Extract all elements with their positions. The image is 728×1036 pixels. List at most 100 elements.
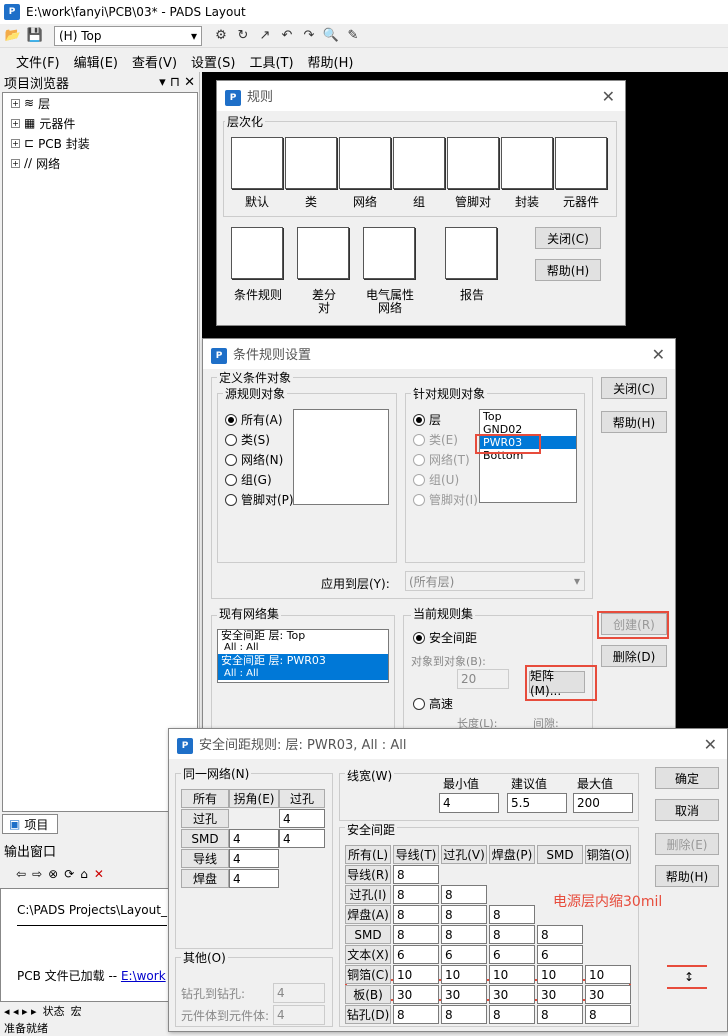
refresh-icon[interactable]: ↻	[234, 27, 252, 45]
cl-row-header[interactable]: 焊盘(A)	[345, 905, 391, 924]
cur-radio-hispeed[interactable]: 高速	[413, 695, 453, 712]
cl-row-header[interactable]: 铜箔(C)	[345, 965, 391, 984]
cl-cell[interactable]: 10	[441, 965, 487, 984]
delete-rule-button[interactable]: 删除(E)	[655, 833, 719, 855]
cl-cell[interactable]: 8	[489, 905, 535, 924]
cur-radio-clearance[interactable]: 安全间距	[413, 629, 477, 646]
obj-to-obj-field[interactable]: 20	[457, 669, 509, 689]
sn-header-1[interactable]: 拐角(E)	[229, 789, 279, 808]
zoom-icon[interactable]: 🔍	[322, 27, 340, 45]
cancel-button[interactable]: 取消	[655, 799, 719, 821]
sn-row-header[interactable]: 导线	[181, 849, 229, 868]
rule-icon-3[interactable]	[393, 137, 445, 189]
redo-icon[interactable]: ↷	[300, 27, 318, 45]
cl-cell[interactable]: 30	[393, 985, 439, 1004]
list-item[interactable]: All : All	[218, 642, 388, 654]
cl-cell[interactable]: 30	[441, 985, 487, 1004]
project-tab[interactable]: ▣ 项目	[2, 814, 58, 834]
cl-header-3[interactable]: 焊盘(P)	[489, 845, 535, 864]
tgt-radio-group[interactable]: 组(U)	[413, 471, 459, 488]
sn-cell[interactable]: 4	[229, 829, 279, 848]
menu-setup[interactable]: 设置(S)	[191, 52, 235, 71]
cl-cell[interactable]: 30	[537, 985, 583, 1004]
src-radio-class[interactable]: 类(S)	[225, 431, 270, 448]
existing-rule-list[interactable]: 安全间距 层: Top All : All 安全间距 层: PWR03 All …	[217, 629, 389, 683]
nav-arrows-icon[interactable]: ◂ ◂ ▸ ▸	[4, 1005, 37, 1018]
rule-icon-5[interactable]	[501, 137, 553, 189]
cl-cell[interactable]: 8	[393, 1005, 439, 1024]
cl-cell[interactable]: 8	[441, 925, 487, 944]
cl-row-header[interactable]: 过孔(I)	[345, 885, 391, 904]
cl-header-2[interactable]: 过孔(V)	[441, 845, 487, 864]
tree-item-nets[interactable]: + ∕∕ 网络	[3, 153, 197, 173]
target-layer-list[interactable]: Top GND02 PWR03 Bottom	[479, 409, 577, 503]
tgt-radio-layer[interactable]: 层	[413, 411, 441, 428]
cl-cell[interactable]: 8	[393, 885, 439, 904]
menu-file[interactable]: 文件(F)	[16, 52, 60, 71]
help-button[interactable]: 帮助(H)	[655, 865, 719, 887]
cl-cell[interactable]: 8	[393, 865, 439, 884]
cl-cell[interactable]: 10	[537, 965, 583, 984]
tw-field-1[interactable]: 5.5	[507, 793, 567, 813]
tgt-radio-class[interactable]: 类(E)	[413, 431, 458, 448]
rule-icon2-1[interactable]	[297, 227, 349, 279]
tool-icon[interactable]: ✎	[344, 27, 362, 45]
cl-cell[interactable]: 8	[441, 885, 487, 904]
rule-icon-6[interactable]	[555, 137, 607, 189]
undo-icon[interactable]: ↶	[278, 27, 296, 45]
close-icon[interactable]: ✕	[704, 735, 717, 754]
rule-icon2-0[interactable]	[231, 227, 283, 279]
list-item[interactable]: 安全间距 层: Top	[218, 630, 388, 642]
sn-row-header[interactable]: 焊盘	[181, 869, 229, 888]
drill-to-drill-field[interactable]: 4	[273, 983, 325, 1003]
sn-header-0[interactable]: 所有	[181, 789, 229, 808]
cl-cell[interactable]: 8	[537, 925, 583, 944]
cond-help-button[interactable]: 帮助(H)	[601, 411, 667, 433]
layer-combo[interactable]: (H) Top ▾	[54, 25, 202, 46]
rule-icon2-3[interactable]	[445, 227, 497, 279]
project-tree[interactable]: + ≋ 层 + ▦ 元器件 + ⊏ PCB 封装 + ∕∕ 网络	[2, 92, 198, 812]
cl-row-header[interactable]: 板(B)	[345, 985, 391, 1004]
cl-cell[interactable]: 8	[441, 1005, 487, 1024]
cl-cell[interactable]: 8	[585, 1005, 631, 1024]
tree-item-layers[interactable]: + ≋ 层	[3, 93, 197, 113]
cl-cell[interactable]: 8	[393, 925, 439, 944]
rule-icon-2[interactable]	[339, 137, 391, 189]
cl-cell[interactable]: 30	[585, 985, 631, 1004]
menu-help[interactable]: 帮助(H)	[308, 52, 354, 71]
save-icon[interactable]: 💾	[26, 27, 44, 45]
list-item-selected[interactable]: All : All	[218, 667, 388, 680]
cl-header-0[interactable]: 所有(L)	[345, 845, 391, 864]
menu-edit[interactable]: 编辑(E)	[74, 52, 118, 71]
sn-cell[interactable]: 4	[229, 869, 279, 888]
rule-icon-1[interactable]	[285, 137, 337, 189]
tw-field-2[interactable]: 200	[573, 793, 633, 813]
home-icon[interactable]: ⌂	[80, 867, 88, 881]
rule-icon-0[interactable]	[231, 137, 283, 189]
src-radio-group[interactable]: 组(G)	[225, 471, 272, 488]
rule-icon2-2[interactable]	[363, 227, 415, 279]
cl-cell[interactable]: 8	[441, 905, 487, 924]
tree-item-decals[interactable]: + ⊏ PCB 封装	[3, 133, 197, 153]
cl-cell[interactable]: 6	[537, 945, 583, 964]
back-icon[interactable]: ⇦	[16, 867, 26, 881]
route-icon[interactable]: ↗	[256, 27, 274, 45]
source-list[interactable]	[293, 409, 389, 505]
rules-help-button[interactable]: 帮助(H)	[535, 259, 601, 281]
refresh-icon[interactable]: ⟳	[64, 867, 74, 881]
cl-cell[interactable]: 10	[393, 965, 439, 984]
ok-button[interactable]: 确定	[655, 767, 719, 789]
cl-row-header[interactable]: 文本(X)	[345, 945, 391, 964]
rules-close-button[interactable]: 关闭(C)	[535, 227, 601, 249]
tab-macro[interactable]: 宏	[71, 1003, 82, 1019]
sn-row-header[interactable]: SMD	[181, 829, 229, 848]
tgt-radio-pinpair[interactable]: 管脚对(I)	[413, 491, 478, 508]
sn-header-2[interactable]: 过孔	[279, 789, 325, 808]
tab-status[interactable]: 状态	[43, 1003, 65, 1019]
list-item[interactable]: Top	[480, 410, 576, 423]
tw-field-0[interactable]: 4	[439, 793, 499, 813]
cl-header-4[interactable]: SMD	[537, 845, 583, 864]
tgt-radio-net[interactable]: 网络(T)	[413, 451, 470, 468]
close-icon[interactable]: ✕	[652, 345, 665, 364]
body-to-body-field[interactable]: 4	[273, 1005, 325, 1025]
